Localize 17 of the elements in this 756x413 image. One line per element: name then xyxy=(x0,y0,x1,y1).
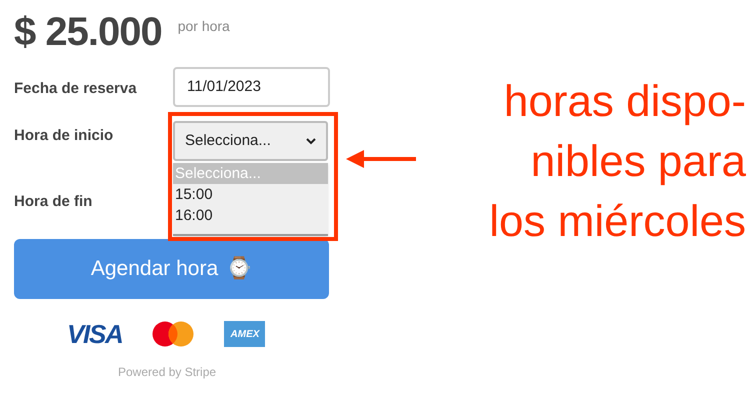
watch-icon: ⌚ xyxy=(226,253,252,285)
powered-by-text: Powered by Stripe xyxy=(118,364,218,381)
amex-logo: AMEX xyxy=(224,321,266,347)
date-field[interactable]: 11/01/2023 xyxy=(173,67,330,107)
time-select[interactable]: Selecciona... xyxy=(173,121,328,161)
field-label: Hora de inicio xyxy=(14,126,114,146)
unit-text: por hora xyxy=(178,17,230,36)
mastercard-logo xyxy=(152,321,194,347)
dropdown-option[interactable]: 16:00 xyxy=(173,205,328,226)
visa-logo: VISA xyxy=(67,321,122,347)
field-label: Hora de fin xyxy=(14,192,94,212)
arrow-icon xyxy=(346,149,416,169)
price-text: $ 25.000 xyxy=(14,9,162,56)
annotation-text: horas dispo- nibles para los miércoles xyxy=(489,76,746,248)
field-label: Fecha de reserva xyxy=(14,79,138,99)
dropdown-option[interactable]: 15:00 xyxy=(173,184,328,205)
chevron-down-icon xyxy=(306,137,316,145)
